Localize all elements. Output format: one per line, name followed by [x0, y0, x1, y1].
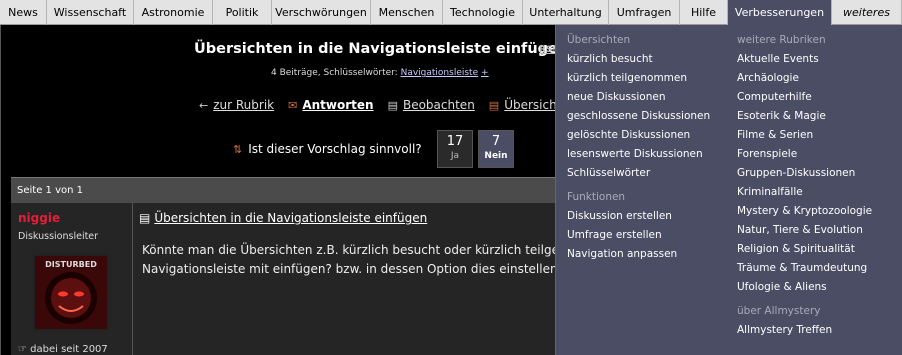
nav-item-astronomie[interactable]: Astronomie: [134, 0, 213, 25]
dropdown-menu-item[interactable]: Forenspiele: [737, 145, 872, 164]
dropdown-menu-item[interactable]: Kriminalfälle: [737, 183, 872, 202]
vote-yes-button[interactable]: 17 Ja: [437, 130, 473, 168]
dropdown-menu-item[interactable]: Gruppen-Diskussionen: [737, 164, 872, 183]
dropdown-menu-item[interactable]: lesenswerte Diskussionen: [567, 145, 710, 164]
vote-question: ⇅ Ist dieser Vorschlag sinnvoll?: [233, 142, 422, 156]
dropdown-menu-item[interactable]: Archäologie: [737, 69, 872, 88]
nav-item-verschwörungen[interactable]: Verschwörungen: [272, 0, 371, 25]
post-line: Navigationsleiste mit einfügen? bzw. in …: [142, 262, 557, 276]
vote-yes-count: 17: [446, 134, 464, 149]
nav-item-hilfe[interactable]: Hilfe: [680, 0, 728, 25]
dropdown-menu-item[interactable]: geschlossene Diskussionen: [567, 107, 710, 126]
nav-item-weiteres[interactable]: weiteres: [832, 0, 902, 25]
vote-icon: ⇅: [233, 142, 243, 156]
dropdown-menu-item[interactable]: Filme & Serien: [737, 126, 872, 145]
username-link[interactable]: niggie: [18, 211, 60, 225]
watch-link[interactable]: ▤ Beobachten: [388, 98, 475, 112]
dropdown-menu-item[interactable]: Aktuelle Events: [737, 50, 872, 69]
vote-no-count: 7: [491, 134, 501, 149]
watch-icon: ▤: [387, 98, 398, 112]
post-body: Könnte man die Übersichten z.B. kürzlich…: [142, 241, 557, 279]
vote-yes-label: Ja: [450, 151, 460, 161]
main-content: Übersichten in die Navigationsleiste ein…: [0, 25, 568, 355]
nav-item-umfragen[interactable]: Umfragen: [609, 0, 680, 25]
nav-item-news[interactable]: News: [0, 0, 47, 25]
meta-prefix: 4 Beiträge, Schlüsselwörter:: [271, 68, 398, 78]
overview-link[interactable]: ▤ Übersicht: [489, 98, 562, 112]
dropdown-menu-item[interactable]: Mystery & Kryptozoologie: [737, 202, 872, 221]
verbesserungen-dropdown-menu: Übersichten kürzlich besucht kürzlich tei…: [555, 25, 902, 355]
dropdown-menu-item[interactable]: Träume & Traumdeutung: [737, 259, 872, 278]
section-heading: Übersichten: [567, 34, 631, 46]
section-heading: weitere Rubriken: [737, 34, 826, 46]
dropdown-menu-item[interactable]: Allmystery Treffen: [737, 321, 872, 340]
dropdown-menu-item[interactable]: Ufologie & Aliens: [737, 278, 872, 297]
post: niggie Diskussionsleiter DISTURBED ☞ dab…: [11, 203, 557, 355]
vote-no-button[interactable]: 7 Nein: [478, 130, 514, 168]
thread-actions: ← zur Rubrik ✉ Antworten ▤ Beobachten ▤ …: [199, 98, 561, 112]
nav-item-verbesserungen[interactable]: Verbesserungen: [728, 0, 832, 25]
dropdown-menu-item[interactable]: kürzlich besucht: [567, 50, 710, 69]
dropdown-menu-item[interactable]: Schlüsselwörter: [567, 164, 710, 183]
dropdown-menu-item[interactable]: Navigation anpassen: [567, 245, 710, 264]
top-navigation: News Wissenschaft Astronomie Politik Verschw…: [0, 0, 902, 25]
nav-item-politik[interactable]: Politik: [213, 0, 272, 25]
nav-item-technologie[interactable]: Technologie: [443, 0, 523, 25]
nav-item-unterhaltung[interactable]: Unterhaltung: [523, 0, 609, 25]
thread-meta: 4 Beiträge, Schlüsselwörter: Navigations…: [271, 68, 489, 78]
section-heading: Funktionen: [567, 191, 626, 203]
reply-link[interactable]: ✉ Antworten: [288, 98, 373, 112]
user-role: Diskussionsleiter: [18, 231, 99, 242]
overview-icon: ▤: [488, 98, 500, 112]
reply-icon: ✉: [288, 98, 298, 112]
member-since: ☞ dabei seit 2007: [18, 344, 108, 355]
member-icon: ☞: [18, 344, 27, 355]
dropdown-menu-item[interactable]: kürzlich teilgenommen: [567, 69, 710, 88]
avatar[interactable]: DISTURBED: [33, 254, 109, 331]
dropdown-menu-item[interactable]: Diskussion erstellen: [567, 207, 710, 226]
dropdown-menu-item[interactable]: Esoterik & Magie: [737, 107, 872, 126]
dropdown-column-categories: weitere Rubriken Aktuelle Events Archäolo…: [737, 31, 872, 340]
document-icon: ▤: [139, 211, 151, 225]
pagination-bar: Seite 1 von 1: [11, 177, 557, 203]
add-keyword-link[interactable]: +: [481, 68, 489, 78]
dropdown-menu-item[interactable]: Computerhilfe: [737, 88, 872, 107]
section-heading: über Allmystery: [737, 305, 821, 317]
dropdown-menu-item[interactable]: Natur, Tiere & Evolution: [737, 221, 872, 240]
avatar-image: DISTURBED: [35, 256, 107, 329]
thread-title: Übersichten in die Navigationsleiste ein…: [194, 41, 569, 57]
nav-item-wissenschaft[interactable]: Wissenschaft: [47, 0, 134, 25]
dropdown-column-overview: Übersichten kürzlich besucht kürzlich tei…: [567, 31, 710, 264]
avatar-caption: DISTURBED: [45, 260, 97, 269]
nav-item-menschen[interactable]: Menschen: [371, 0, 443, 25]
post-title-link[interactable]: ▤ Übersichten in die Navigationsleiste e…: [139, 211, 427, 225]
post-line: Könnte man die Übersichten z.B. kürzlich…: [142, 243, 557, 257]
dropdown-menu-item[interactable]: Umfrage erstellen: [567, 226, 710, 245]
back-to-category-link[interactable]: ← zur Rubrik: [199, 98, 274, 112]
dropdown-menu-item[interactable]: gelöschte Diskussionen: [567, 126, 710, 145]
dropdown-menu-item[interactable]: Religion & Spiritualität: [737, 240, 872, 259]
dropdown-menu-item[interactable]: neue Diskussionen: [567, 88, 710, 107]
post-author-box: niggie Diskussionsleiter DISTURBED ☞ dab…: [11, 203, 133, 355]
vote-no-label: Nein: [484, 151, 508, 161]
keyword-link[interactable]: Navigationsleiste: [401, 68, 479, 78]
arrow-left-icon: ←: [199, 98, 209, 112]
